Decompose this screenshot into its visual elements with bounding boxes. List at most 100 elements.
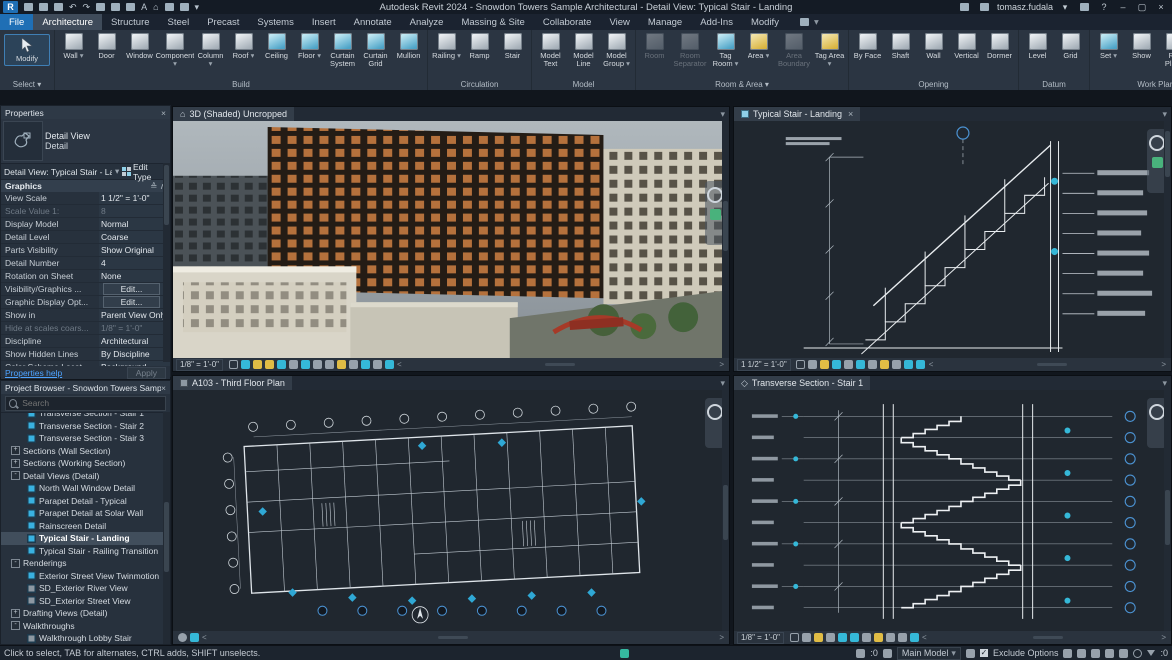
tree-category[interactable]: -Renderings (1, 557, 170, 570)
restore-button[interactable]: ▢ (1135, 2, 1149, 13)
undo-icon[interactable]: ↶ (69, 2, 77, 12)
show-crop-icon[interactable] (850, 633, 859, 642)
tree-item[interactable]: North Wall Window Detail (1, 482, 170, 495)
user-menu-chevron-icon[interactable]: ▾ (1058, 2, 1072, 13)
temporary-view-properties-icon[interactable] (361, 360, 370, 369)
store-cart-icon[interactable] (1080, 3, 1089, 11)
viewport-scrollbar[interactable] (1164, 121, 1171, 358)
scroll-right-icon[interactable]: > (717, 360, 726, 369)
property-row[interactable]: Detail Number4 (1, 257, 170, 270)
detail-level-icon[interactable] (790, 633, 799, 642)
steering-wheel-icon[interactable] (707, 187, 723, 203)
browser-search-box[interactable] (5, 396, 166, 411)
active-workset-select[interactable]: Main Model ▾ (897, 647, 961, 660)
scroll-right-icon[interactable]: > (717, 633, 726, 642)
circulation-panel-label[interactable]: Circulation (428, 80, 531, 90)
viewport-3d-canvas[interactable] (173, 121, 729, 358)
unlocked-view-icon[interactable] (313, 360, 322, 369)
tab-architecture[interactable]: Architecture (33, 14, 102, 30)
horizontal-scrollbar[interactable] (215, 636, 712, 639)
roof-button[interactable]: Roof (227, 32, 260, 69)
tab-3d-shaded-uncropped[interactable]: ⌂ 3D (Shaded) Uncropped (173, 107, 294, 121)
tab-typical-stair-landing[interactable]: Typical Stair - Landing × (734, 107, 860, 121)
type-selector-value[interactable]: Detail View: Typical Stair - Landing (4, 167, 112, 177)
type-selector-chevron-icon[interactable]: ▾ (115, 166, 119, 177)
properties-header[interactable]: Properties × (1, 106, 170, 119)
level-button[interactable]: Level (1021, 32, 1054, 69)
tree-item[interactable]: SD_Exterior River View (1, 582, 170, 595)
close-view-icon[interactable]: × (848, 109, 853, 119)
exclude-options-checkbox[interactable]: ✓ (980, 649, 988, 657)
model-text-button[interactable]: Model Text (534, 32, 567, 69)
tab-transverse-section-stair-1[interactable]: ◇ Transverse Section - Stair 1 (734, 376, 870, 390)
select-pinned-icon[interactable] (1091, 649, 1100, 658)
tab-steel[interactable]: Steel (159, 14, 199, 30)
property-row[interactable]: Rotation on SheetNone (1, 270, 170, 283)
graphics-section-header[interactable]: Graphics ≙ ∧ (1, 180, 170, 192)
text-icon[interactable]: A (141, 2, 147, 12)
expand-icon[interactable]: + (11, 446, 20, 455)
reveal-hidden-icon[interactable] (190, 633, 199, 642)
ramp-button[interactable]: Ramp (463, 32, 496, 69)
expand-icon[interactable]: + (11, 459, 20, 468)
tree-item[interactable]: SD_Exterior Street View (1, 595, 170, 608)
minimize-button[interactable]: – (1116, 2, 1130, 12)
datum-panel-label[interactable]: Datum (1019, 80, 1089, 90)
save-icon[interactable] (39, 3, 48, 11)
close-button[interactable]: × (1154, 2, 1168, 12)
measure-icon[interactable] (111, 3, 120, 11)
account-icon[interactable] (980, 3, 989, 11)
horizontal-scrollbar[interactable] (410, 363, 712, 366)
project-browser-close-icon[interactable]: × (161, 383, 166, 393)
editable-only-icon[interactable] (856, 649, 865, 658)
tree-item[interactable]: Walkthrough Lobby Stair (1, 632, 170, 645)
steering-wheel-icon[interactable] (1149, 135, 1165, 151)
steering-wheel-icon[interactable] (1149, 404, 1165, 420)
property-row[interactable]: Show inParent View Only (1, 309, 170, 322)
railing-button[interactable]: Railing (430, 32, 463, 69)
work-plane-panel-label[interactable]: Work Plane (1090, 80, 1172, 90)
reveal-hidden-icon[interactable] (874, 633, 883, 642)
build-panel-label[interactable]: Build (55, 80, 427, 90)
visual-style-icon[interactable] (808, 360, 817, 369)
scroll-left-icon[interactable]: < (920, 633, 929, 642)
print-icon[interactable] (96, 3, 105, 11)
pan-zoom-icon[interactable] (710, 209, 721, 220)
hide-isolate-icon[interactable] (178, 633, 187, 642)
tab-annotate[interactable]: Annotate (345, 14, 401, 30)
properties-close-icon[interactable]: × (161, 108, 166, 118)
tree-category[interactable]: -Walkthroughs (1, 620, 170, 633)
curtain-grid-button[interactable]: Curtain Grid (359, 32, 392, 69)
worksharing-display-icon[interactable] (349, 360, 358, 369)
grid-button[interactable]: Grid (1054, 32, 1087, 69)
curtain-system-button[interactable]: Curtain System (326, 32, 359, 69)
wall-button[interactable]: Wall (57, 32, 90, 69)
tab-list-chevron-icon[interactable]: ▾ (1162, 376, 1171, 390)
stair-button[interactable]: Stair (496, 32, 529, 69)
shadows-icon[interactable] (265, 360, 274, 369)
vertical-opening-button[interactable]: Vertical (950, 32, 983, 69)
collapse-icon[interactable]: - (11, 559, 20, 568)
crop-view-icon[interactable] (838, 633, 847, 642)
collapse-icon[interactable]: - (11, 621, 20, 630)
tab-a103-third-floor-plan[interactable]: A103 - Third Floor Plan (173, 376, 292, 390)
scroll-right-icon[interactable]: > (1159, 633, 1168, 642)
tree-item[interactable]: Rainscreen Detail (1, 520, 170, 533)
model-line-button[interactable]: Model Line (567, 32, 600, 69)
wall-opening-button[interactable]: Wall (917, 32, 950, 69)
property-row[interactable]: Visibility/Graphics ...Edit... (1, 283, 170, 296)
room-area-panel-label[interactable]: Room & Area (636, 80, 848, 90)
help-icon[interactable]: ? (1097, 2, 1111, 12)
select-by-face-icon[interactable] (1105, 649, 1114, 658)
collapse-icon[interactable]: - (11, 471, 20, 480)
area-button[interactable]: Area (742, 32, 775, 69)
visual-style-icon[interactable] (802, 633, 811, 642)
sync-icon[interactable] (54, 3, 63, 11)
tab-systems[interactable]: Systems (248, 14, 302, 30)
revit-logo[interactable]: R (3, 1, 18, 13)
reveal-constraints-icon[interactable] (916, 360, 925, 369)
ref-plane-button[interactable]: Ref Plane (1158, 32, 1172, 69)
project-browser-header[interactable]: Project Browser - Snowdon Towers Sample … (1, 381, 170, 394)
temporary-hide-icon[interactable] (862, 633, 871, 642)
scale-control[interactable]: 1/8" = 1'-0" (737, 632, 784, 644)
